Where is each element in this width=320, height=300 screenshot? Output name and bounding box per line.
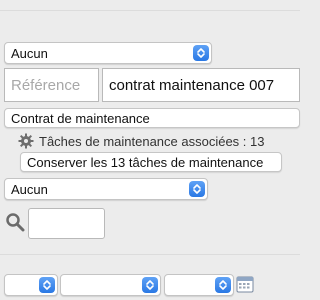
reference-label: Référence xyxy=(11,76,81,94)
bottom-select-3[interactable] xyxy=(164,274,234,296)
top-select-value: Aucun xyxy=(11,45,48,61)
keep-tasks-label: Conserver les 13 tâches de maintenance xyxy=(27,154,264,170)
chevron-updown-icon xyxy=(142,277,158,293)
tasks-row: Tâches de maintenance associées : 13 xyxy=(18,131,300,151)
reference-value: contrat maintenance 007 xyxy=(109,76,275,94)
bottom-select-2[interactable] xyxy=(60,274,161,296)
contract-type-label: Contrat de maintenance xyxy=(11,110,150,126)
tasks-label: Tâches de maintenance associées : 13 xyxy=(39,133,265,149)
reference-label-field: Référence xyxy=(4,68,99,102)
search-icon[interactable] xyxy=(5,212,25,235)
separator xyxy=(0,254,300,255)
bottom-select-1[interactable] xyxy=(4,274,58,296)
second-select[interactable]: Aucun xyxy=(4,178,208,200)
keep-tasks-button[interactable]: Conserver les 13 tâches de maintenance xyxy=(20,152,282,172)
chevron-updown-icon xyxy=(189,181,205,197)
search-input[interactable] xyxy=(28,208,105,239)
second-select-value: Aucun xyxy=(11,181,48,197)
separator xyxy=(0,10,300,11)
reference-input[interactable]: contrat maintenance 007 xyxy=(102,68,300,102)
chevron-updown-icon xyxy=(215,277,231,293)
contract-type-button[interactable]: Contrat de maintenance xyxy=(4,108,300,128)
chevron-updown-icon xyxy=(39,277,55,293)
top-select[interactable]: Aucun xyxy=(4,42,212,64)
chevron-updown-icon xyxy=(193,45,209,61)
calendar-icon[interactable] xyxy=(236,275,254,296)
gear-icon[interactable] xyxy=(18,133,34,149)
